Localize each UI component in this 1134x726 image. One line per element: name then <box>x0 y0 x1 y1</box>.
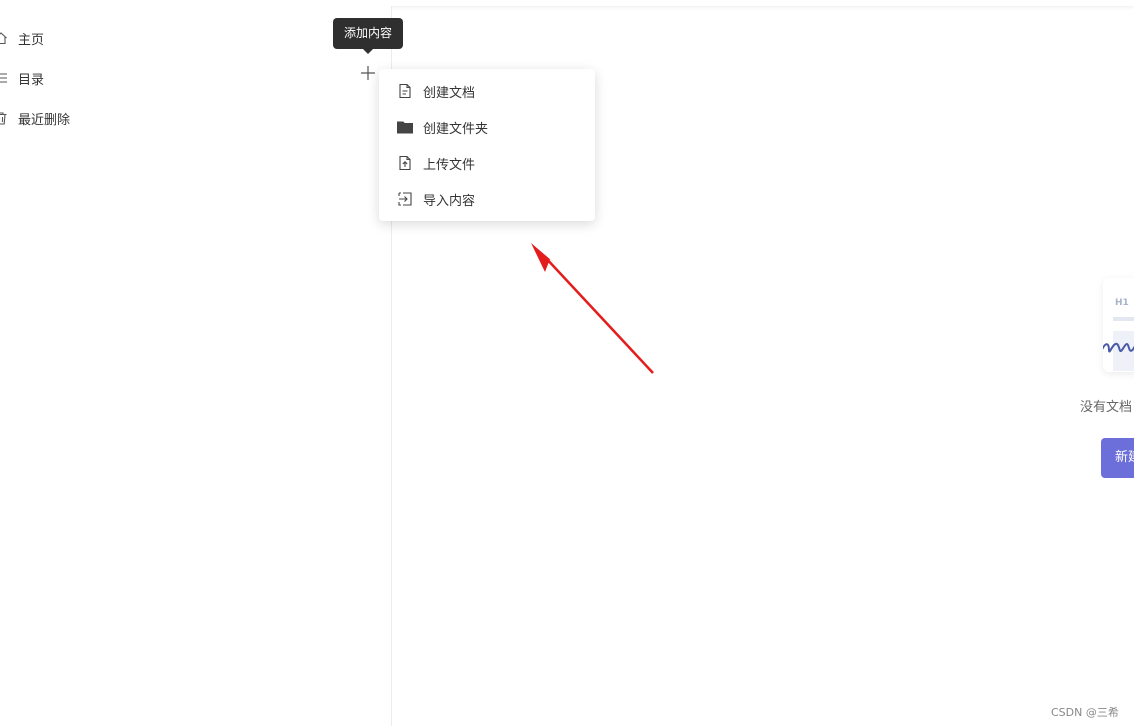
sidebar-item-home[interactable]: 主页 <box>0 26 44 50</box>
trash-icon <box>0 111 8 125</box>
menu-item-label: 导入内容 <box>423 193 476 209</box>
arrow-shaft <box>543 255 654 374</box>
home-icon <box>0 31 8 45</box>
sidebar-item-label: 最近删除 <box>18 112 71 128</box>
arrow-head <box>531 243 558 272</box>
new-document-button[interactable]: 新建 <box>1101 438 1134 478</box>
upload-file-icon <box>397 155 413 171</box>
watermark: CSDN @三希 <box>1051 706 1119 719</box>
sidebar-item-label: 主页 <box>18 32 45 48</box>
tooltip-text: 添加内容 <box>344 26 393 40</box>
menu-item-create-document[interactable]: 创建文档 <box>379 73 595 109</box>
tooltip-arrow <box>363 49 373 54</box>
sidebar: 主页 目录 最近删除 <box>0 6 392 726</box>
menu-item-label: 创建文档 <box>423 85 476 101</box>
menu-item-label: 上传文件 <box>423 157 476 173</box>
menu-item-create-folder[interactable]: 创建文件夹 <box>379 109 595 145</box>
plus-icon <box>361 66 375 80</box>
sidebar-item-recently-deleted[interactable]: 最近删除 <box>0 106 70 130</box>
signature-icon <box>1103 342 1134 353</box>
menu-item-upload-file[interactable]: 上传文件 <box>379 145 595 181</box>
illustration-heading: H1 <box>1115 298 1129 308</box>
sidebar-item-label: 目录 <box>18 72 45 88</box>
empty-state-message: 没有文档 <box>1080 400 1133 415</box>
add-content-tooltip: 添加内容 <box>333 18 404 54</box>
add-content-menu: 创建文档 创建文件夹 上传文件 导入内容 <box>379 69 595 221</box>
illustration-line <box>1113 317 1134 321</box>
import-icon <box>397 191 413 207</box>
sidebar-item-catalog[interactable]: 目录 <box>0 66 44 90</box>
add-content-button[interactable] <box>359 64 377 82</box>
folder-icon <box>397 119 413 135</box>
menu-item-label: 创建文件夹 <box>423 121 489 137</box>
list-icon <box>0 71 8 85</box>
menu-item-import-content[interactable]: 导入内容 <box>379 181 595 217</box>
document-icon <box>397 83 413 99</box>
empty-state-illustration: H1 <box>1103 278 1134 372</box>
